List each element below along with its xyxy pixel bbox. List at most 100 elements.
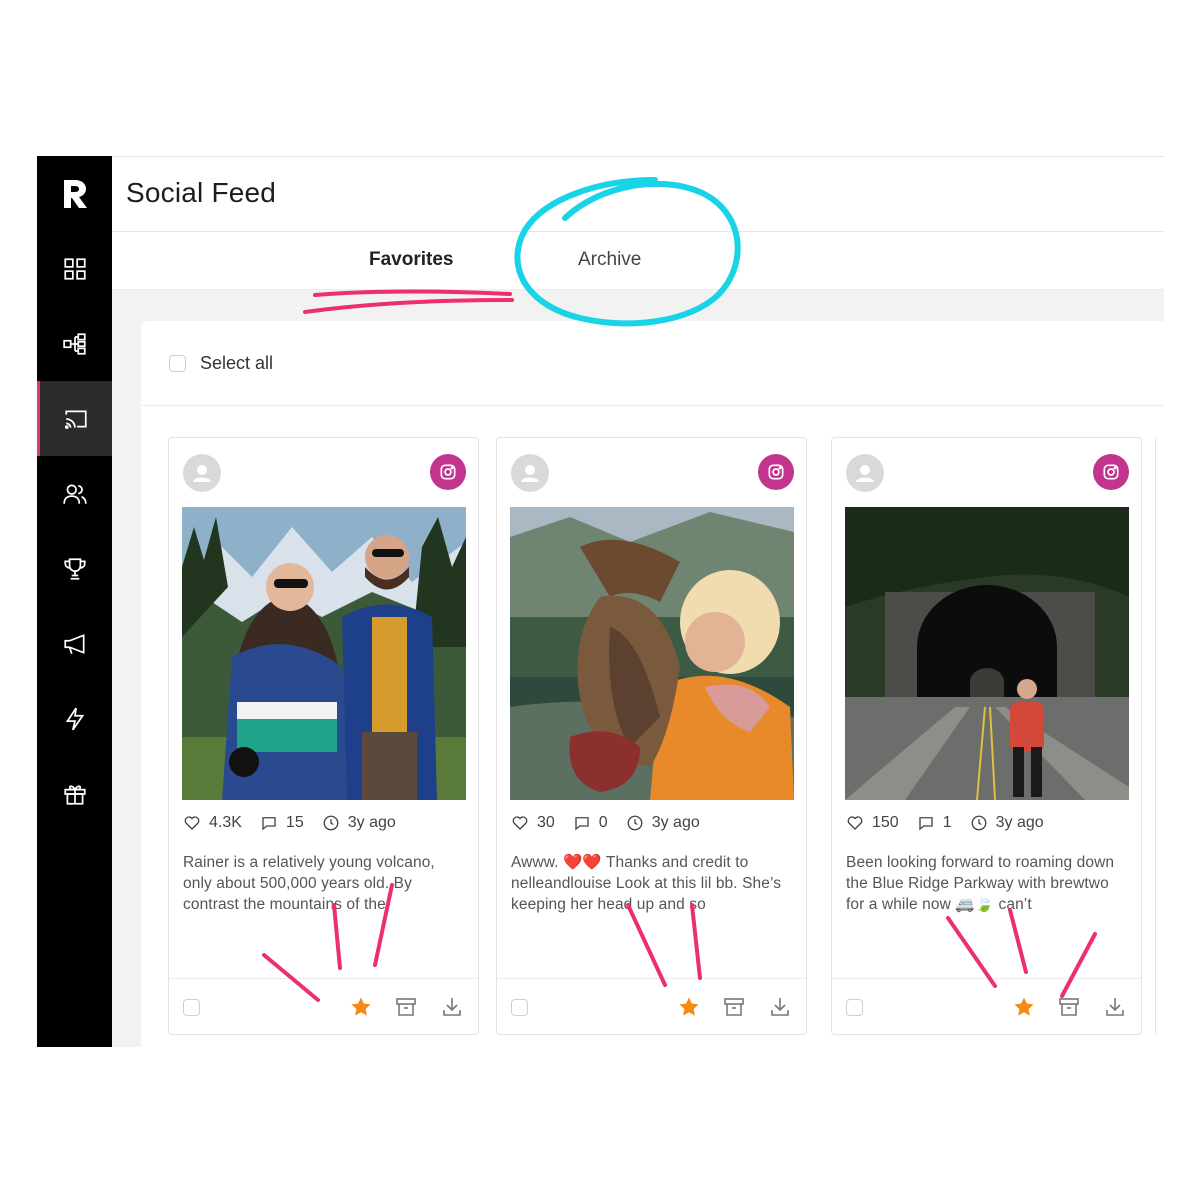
post-photo[interactable] [845,507,1129,800]
download-button[interactable] [439,994,465,1020]
tab-favorites[interactable]: Favorites [369,249,453,271]
instagram-icon[interactable] [758,454,794,490]
time-stat: 3y ago [970,814,1044,832]
likes-count: 30 [537,814,555,831]
comment-icon [575,817,589,831]
select-all-row[interactable]: Select all [169,353,273,374]
users-icon [62,483,87,504]
main-content: Social Feed Favorites Archive Select all [112,156,1164,1047]
download-button[interactable] [1102,994,1128,1020]
comments-stat: 0 [573,814,608,832]
archive-icon [1059,998,1079,1016]
archive-button[interactable] [721,994,747,1020]
user-icon [856,465,874,482]
heart-icon [847,816,863,830]
comment-icon [262,817,276,831]
likes-stat: 4.3K [183,814,242,832]
post-time: 3y ago [651,814,700,831]
tab-archive[interactable]: Archive [578,249,641,271]
archive-icon [724,998,744,1016]
divider [141,405,1164,406]
sidebar-item-social-feed[interactable] [37,381,112,456]
post-card: 4.3K 15 3y ago Rainer is a relatively yo… [168,437,479,1035]
sidebar-item-dashboard[interactable] [37,231,112,306]
workflow-icon [62,332,86,355]
comments-count: 15 [285,814,304,831]
post-caption: Been looking forward to roaming down the… [846,854,1115,913]
clock-icon [323,815,339,831]
download-icon [443,998,461,1016]
post-card: 30 0 3y ago Awww. ❤️❤️ Thanks and credit… [496,437,807,1035]
select-all-checkbox[interactable] [169,355,186,372]
likes-count: 150 [872,814,899,831]
archive-icon [396,998,416,1016]
user-icon [521,465,539,482]
sidebar-item-gifts[interactable] [37,756,112,831]
archive-button[interactable] [1056,994,1082,1020]
likes-stat: 30 [511,814,555,832]
sidebar-item-workflows[interactable] [37,306,112,381]
comments-count: 1 [942,814,952,831]
post-stats: 30 0 3y ago [511,814,718,832]
megaphone-icon [63,633,85,654]
brand-logo[interactable] [61,178,89,210]
likes-count: 4.3K [209,814,242,831]
header: Social Feed [112,156,1164,232]
comment-icon [919,817,933,831]
avatar [846,454,884,492]
post-card: 150 1 3y ago Been looking forward to roa… [831,437,1142,1035]
sidebar [37,156,112,1047]
star-icon [351,997,371,1016]
post-stats: 4.3K 15 3y ago [183,814,414,832]
post-select-checkbox[interactable] [846,999,863,1016]
download-icon [1106,998,1124,1016]
comments-stat: 15 [260,814,304,832]
cast-icon [64,410,87,429]
clock-icon [971,815,987,831]
post-photo[interactable] [182,507,466,800]
post-caption: Rainer is a relatively young volcano, on… [183,854,435,913]
page-title: Social Feed [126,177,277,208]
instagram-icon[interactable] [430,454,466,490]
favorite-button[interactable] [348,994,374,1020]
post-caption: Awww. ❤️❤️ Thanks and credit to nelleand… [511,854,782,913]
heart-icon [512,816,528,830]
user-icon [193,465,211,482]
post-photo[interactable] [510,507,794,800]
favorite-button[interactable] [1011,994,1037,1020]
select-all-label: Select all [200,353,274,373]
tab-bar: Favorites Archive [112,232,1164,290]
avatar [183,454,221,492]
download-button[interactable] [767,994,793,1020]
heart-icon [184,816,200,830]
divider [832,978,1141,979]
time-stat: 3y ago [626,814,700,832]
post-time: 3y ago [995,814,1044,831]
post-select-checkbox[interactable] [183,999,200,1016]
sidebar-item-automations[interactable] [37,681,112,756]
feed-panel: Select all 4.3K 15 3y ago Rainer is a re… [141,321,1164,1047]
trophy-icon [63,557,86,580]
star-icon [1014,997,1034,1016]
sidebar-item-users[interactable] [37,456,112,531]
post-card-partial [1155,437,1164,1035]
dashboard-grid-icon [63,257,86,280]
likes-stat: 150 [846,814,899,832]
download-icon [771,998,789,1016]
instagram-icon[interactable] [1093,454,1129,490]
sidebar-item-rewards[interactable] [37,531,112,606]
post-stats: 150 1 3y ago [846,814,1062,832]
clock-icon [627,815,643,831]
archive-button[interactable] [393,994,419,1020]
post-select-checkbox[interactable] [511,999,528,1016]
gift-icon [63,784,86,805]
divider [497,978,806,979]
app-window: Social Feed Favorites Archive Select all [37,156,1164,1047]
time-stat: 3y ago [322,814,396,832]
star-icon [679,997,699,1016]
favorite-button[interactable] [676,994,702,1020]
sidebar-item-campaigns[interactable] [37,606,112,681]
comments-stat: 1 [917,814,952,832]
post-time: 3y ago [347,814,396,831]
lightning-icon [65,707,84,730]
